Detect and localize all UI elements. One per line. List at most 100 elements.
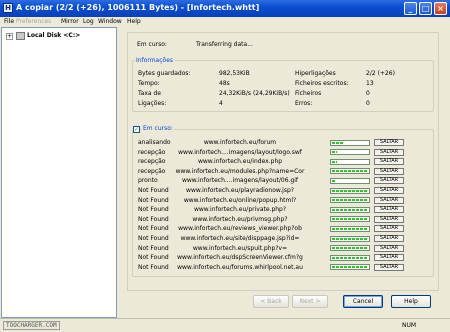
transfer-url: www.infortech.eu/forum xyxy=(203,139,277,146)
back-button[interactable]: < Back xyxy=(253,295,289,308)
expand-icon[interactable]: + xyxy=(6,33,13,40)
transfer-status: Not Found xyxy=(138,215,169,223)
progress-fill xyxy=(332,208,368,211)
skip-button[interactable]: SALTAR xyxy=(374,148,404,156)
progress-frame: Em curso: Transferring data... Informaçõ… xyxy=(127,32,439,291)
folder-tree[interactable]: + Local Disk <C:> xyxy=(1,27,117,318)
watermark-logo: TOOCHARGER.COM xyxy=(3,321,60,330)
skip-button[interactable]: SALTAR xyxy=(374,167,404,175)
progress-fill xyxy=(332,151,337,154)
transfer-status: recepção xyxy=(138,167,166,175)
transfer-url: www.infortech.eu/private.php? xyxy=(193,206,287,214)
info-value: 2/2 (+26) xyxy=(366,70,395,77)
progress-fill xyxy=(332,247,368,250)
transfer-url: www.infortech.eu/reviews_viewer.php?ob xyxy=(178,225,302,233)
cancel-button[interactable]: Cancel xyxy=(343,295,383,308)
progress-fill xyxy=(332,141,343,144)
transfer-url: www.infortech.eu/online/popup.html? xyxy=(183,196,297,204)
transfer-status: Not Found xyxy=(138,254,169,262)
transfer-url: www.infortech.eu/site/disppage.jsp?id= xyxy=(180,235,300,242)
progress-fill xyxy=(332,199,368,202)
transfer-url: www.infortech....imagens/layout/logo.swf xyxy=(178,148,302,156)
transfer-status: Not Found xyxy=(138,235,169,242)
transfers-group-title: Em curso: xyxy=(142,125,174,132)
progress-panel: Em curso: Transferring data... Informaçõ… xyxy=(120,27,450,318)
transfer-status: Not Found xyxy=(138,244,169,252)
transfer-status: Not Found xyxy=(138,187,169,194)
skip-button[interactable]: SALTAR xyxy=(374,139,404,146)
info-label: Hiperligações xyxy=(295,70,336,77)
skip-button[interactable]: SALTAR xyxy=(374,187,404,194)
transfer-status: analisando xyxy=(138,139,171,146)
transfer-progress-bar xyxy=(330,254,370,261)
info-group-title: Informações xyxy=(135,57,175,64)
next-button[interactable]: Next > xyxy=(292,295,328,308)
info-value: 4 xyxy=(219,100,223,107)
transfers-checkbox[interactable]: ✓ xyxy=(133,126,140,133)
transfer-progress-bar xyxy=(330,139,370,146)
transfer-progress-bar xyxy=(330,197,370,204)
minimize-button[interactable]: _ xyxy=(404,2,417,15)
transfer-url: www.infortech....imagens/layout/06.gif xyxy=(181,177,299,185)
info-label: Erros: xyxy=(295,100,313,107)
menu-mirror[interactable]: Mirror xyxy=(61,18,79,25)
help-button[interactable]: Help xyxy=(391,295,431,308)
status-value: Transferring data... xyxy=(196,41,253,48)
maximize-button[interactable]: □ xyxy=(419,2,432,15)
info-value: 982,53KiB xyxy=(219,70,250,77)
info-label: Ligações: xyxy=(138,100,167,107)
skip-button[interactable]: SALTAR xyxy=(374,215,404,223)
transfer-url: www.infortech.eu/index.php xyxy=(197,158,283,166)
progress-fill xyxy=(332,218,368,221)
transfer-url: www.infortech.eu/spuit.php?v= xyxy=(192,244,288,252)
skip-button[interactable]: SALTAR xyxy=(374,158,404,166)
skip-button[interactable]: SALTAR xyxy=(374,177,404,185)
transfer-url: www.infortech.eu/playradionow.jsp? xyxy=(186,187,294,194)
transfer-url: www.infortech.eu/privmsg.php? xyxy=(192,215,288,223)
close-button[interactable]: × xyxy=(434,2,447,15)
skip-button[interactable]: SALTAR xyxy=(374,254,404,262)
menu-log[interactable]: Log xyxy=(83,18,94,25)
progress-fill xyxy=(332,189,368,192)
progress-fill xyxy=(332,170,368,173)
info-label: Taxa de xyxy=(138,90,161,97)
transfer-progress-bar xyxy=(330,216,370,223)
progress-fill xyxy=(332,266,368,269)
transfer-progress-bar xyxy=(330,187,370,194)
menu-help[interactable]: Help xyxy=(127,18,141,25)
transfer-status: Not Found xyxy=(138,225,169,233)
info-label: Ficheiros escritos: xyxy=(295,80,349,87)
menu-file[interactable]: File xyxy=(4,18,14,25)
transfer-progress-bar xyxy=(330,168,370,175)
progress-fill xyxy=(332,237,368,240)
transfer-progress-bar xyxy=(330,264,370,271)
transfer-status: recepção xyxy=(138,148,166,156)
app-icon: H xyxy=(3,3,13,13)
skip-button[interactable]: SALTAR xyxy=(374,225,404,233)
transfer-progress-bar xyxy=(330,177,370,184)
menu-preferences[interactable]: Preferences xyxy=(16,18,51,25)
info-label: Tempo: xyxy=(138,80,160,87)
transfer-progress-bar xyxy=(330,206,370,213)
drive-icon xyxy=(16,32,25,40)
title-bar: H A copiar (2/2 (+26), 1006111 Bytes) - … xyxy=(0,0,450,17)
skip-button[interactable]: SALTAR xyxy=(374,235,404,242)
transfer-url: www.infortech.eu/modules.php?name=Cor xyxy=(175,167,305,175)
info-value: 24,32KiB/s (24,29KiB/s) xyxy=(219,90,290,97)
menu-window[interactable]: Window xyxy=(98,18,122,25)
info-label: Ficheiros xyxy=(295,90,322,97)
transfer-progress-bar xyxy=(330,235,370,242)
transfer-status: pronto xyxy=(138,177,158,185)
skip-button[interactable]: SALTAR xyxy=(374,206,404,214)
skip-button[interactable]: SALTAR xyxy=(374,263,404,271)
skip-button[interactable]: SALTAR xyxy=(374,196,404,204)
info-group xyxy=(132,60,434,112)
info-value: 0 xyxy=(366,90,370,97)
skip-button[interactable]: SALTAR xyxy=(374,244,404,252)
tree-item-local-disk[interactable]: Local Disk <C:> xyxy=(27,32,80,39)
status-label: Em curso: xyxy=(137,41,167,48)
status-bar: TOOCHARGER.COM NUM xyxy=(0,318,450,332)
transfer-url: www.infortech.eu/dspScreenViewer.cfm?g xyxy=(177,254,303,262)
transfer-progress-bar xyxy=(330,225,370,232)
progress-fill xyxy=(332,179,335,182)
